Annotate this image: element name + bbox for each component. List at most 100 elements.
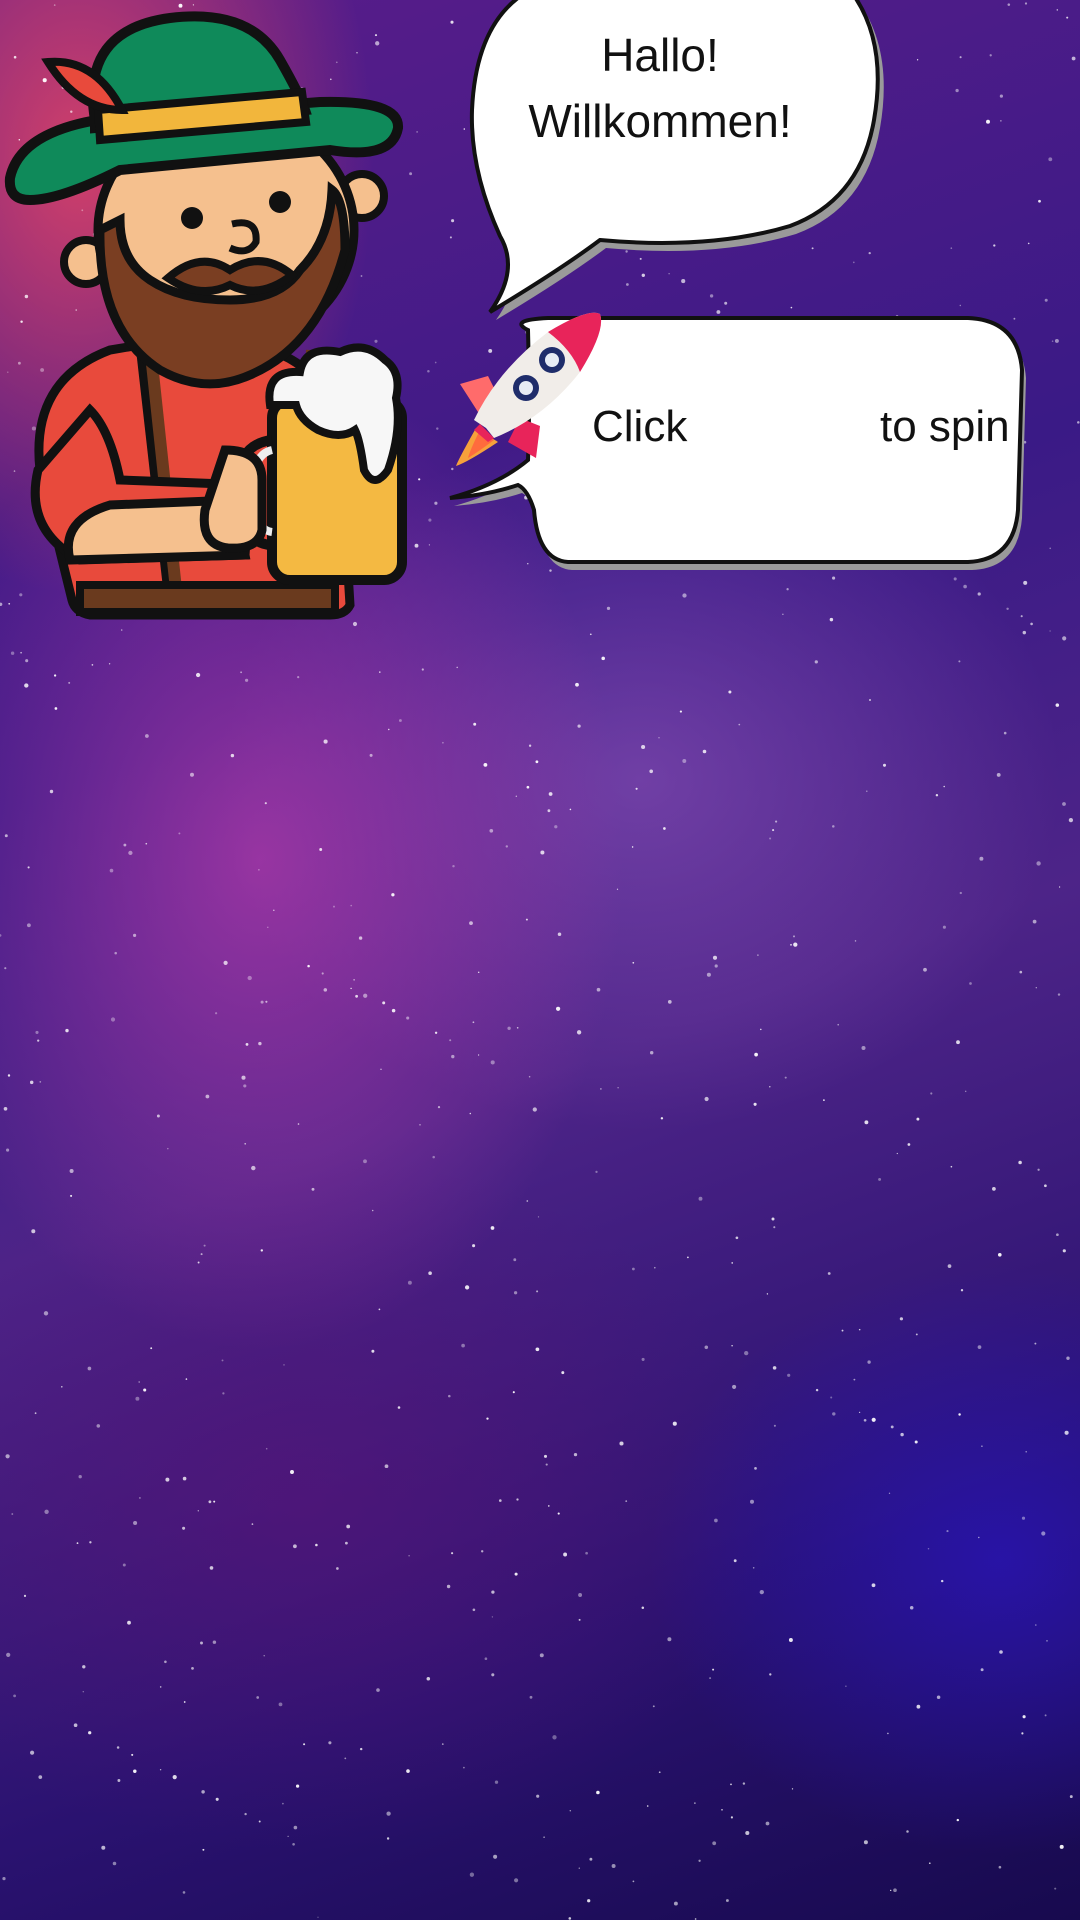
star	[791, 1788, 794, 1790]
star	[6, 1652, 11, 1658]
star	[1025, 1451, 1027, 1453]
star	[930, 1092, 933, 1095]
star	[980, 1668, 984, 1672]
star	[760, 1028, 762, 1031]
star	[183, 1701, 186, 1703]
star	[483, 762, 488, 767]
star	[333, 905, 335, 908]
star	[769, 1086, 771, 1088]
star	[1023, 580, 1028, 585]
star	[489, 828, 494, 833]
star	[1056, 9, 1059, 11]
star	[406, 1769, 410, 1773]
star	[1077, 421, 1080, 424]
star	[773, 1424, 776, 1427]
star	[5, 1454, 10, 1459]
star	[841, 1329, 844, 1332]
star	[513, 1258, 517, 1262]
star	[955, 88, 959, 93]
star	[1055, 703, 1060, 707]
star	[869, 699, 871, 701]
star	[197, 1510, 199, 1512]
star	[730, 1783, 732, 1786]
star	[882, 763, 887, 767]
rocket-icon[interactable]	[448, 310, 608, 470]
star	[1044, 298, 1048, 302]
star	[853, 1378, 856, 1381]
star	[899, 1317, 904, 1321]
star	[635, 787, 638, 790]
star	[977, 592, 981, 596]
star	[434, 361, 437, 364]
star	[76, 1542, 79, 1544]
star	[829, 617, 834, 622]
star	[888, 1492, 891, 1494]
star	[1044, 1714, 1047, 1717]
star	[660, 1117, 664, 1120]
star	[159, 1686, 162, 1688]
star	[569, 1810, 572, 1812]
star	[906, 1830, 909, 1833]
star	[858, 1411, 861, 1414]
star	[823, 1099, 825, 1101]
star	[769, 1673, 772, 1676]
star	[243, 1084, 247, 1088]
star	[667, 1637, 672, 1642]
star	[827, 1272, 831, 1275]
star	[34, 1412, 37, 1415]
star	[350, 987, 352, 990]
star	[73, 1723, 78, 1728]
star	[27, 866, 30, 869]
star	[452, 864, 455, 868]
star	[477, 1054, 480, 1056]
star	[953, 577, 957, 581]
star	[587, 1899, 591, 1903]
star	[245, 1042, 249, 1046]
star	[915, 1333, 918, 1336]
star	[451, 1552, 454, 1555]
star	[1037, 1168, 1040, 1171]
star	[543, 1454, 548, 1458]
star	[871, 1583, 876, 1588]
star	[721, 1808, 723, 1811]
star	[537, 1216, 540, 1218]
star	[1032, 919, 1037, 924]
star	[388, 728, 390, 731]
star	[578, 1618, 581, 1621]
greeting-line-2: Willkommen!	[528, 95, 792, 147]
star	[359, 1747, 363, 1751]
star	[963, 584, 967, 589]
star	[461, 1343, 465, 1348]
star	[837, 1023, 840, 1026]
star	[996, 772, 1001, 777]
star	[127, 1620, 131, 1625]
star	[493, 1854, 498, 1859]
star	[267, 926, 269, 929]
star	[928, 1862, 931, 1865]
star	[864, 1120, 869, 1125]
star	[845, 1685, 847, 1688]
star	[369, 753, 373, 757]
star	[1019, 970, 1023, 974]
star	[969, 982, 972, 985]
star	[451, 1054, 455, 1059]
star	[110, 1017, 116, 1022]
star	[260, 1249, 264, 1252]
star	[26, 923, 31, 928]
star	[539, 1653, 544, 1658]
star	[890, 1889, 892, 1892]
star	[999, 94, 1003, 98]
star	[498, 1499, 502, 1502]
star	[561, 1371, 565, 1375]
star	[752, 1567, 755, 1569]
star	[297, 675, 300, 679]
star	[1021, 1732, 1024, 1735]
star	[667, 1000, 672, 1004]
star	[205, 1094, 210, 1099]
star	[1036, 861, 1041, 866]
star	[133, 1520, 138, 1526]
star	[981, 1445, 983, 1448]
star	[709, 1677, 712, 1680]
star	[469, 921, 473, 925]
star	[788, 1638, 793, 1642]
